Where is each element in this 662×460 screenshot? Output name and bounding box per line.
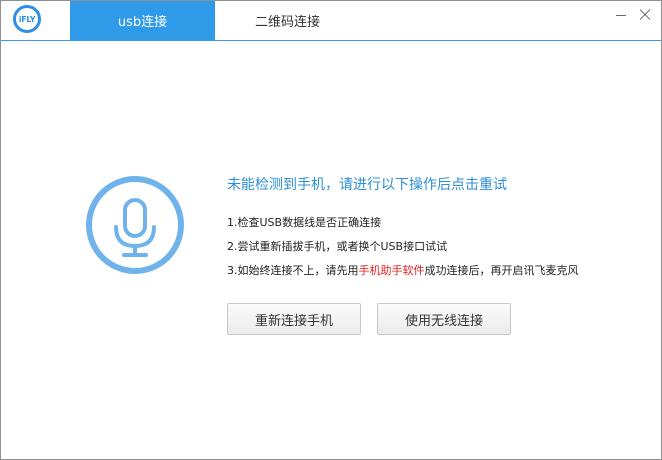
instruction-step-1: 1.检查USB数据线是否正确连接 (227, 216, 382, 229)
tab-usb-connection[interactable]: usb连接 (70, 1, 215, 40)
error-message-title: 未能检测到手机，请进行以下操作后点击重试 (227, 177, 507, 193)
tab-qrcode-connection[interactable]: 二维码连接 (215, 1, 360, 40)
instruction-step-2: 2.尝试重新插拔手机，或者换个USB接口试试 (227, 240, 448, 253)
microphone-icon (85, 175, 185, 275)
use-wireless-button[interactable]: 使用无线连接 (377, 303, 511, 335)
instruction-step-3: 3.如始终连接不上，请先用手机助手软件成功连接后，再开启讯飞麦克风 (227, 262, 579, 278)
ifly-logo: iFLY (13, 5, 41, 33)
minimize-icon[interactable] (613, 7, 629, 23)
step3-suffix: 成功连接后，再开启讯飞麦克风 (424, 264, 579, 277)
title-bar: iFLY usb连接 二维码连接 (1, 1, 661, 41)
app-window: iFLY usb连接 二维码连接 未能检测到手机，请进行以下操作后点击重试 1.… (0, 0, 662, 460)
phone-assistant-link: 手机助手软件 (358, 264, 425, 277)
close-icon[interactable] (637, 7, 653, 23)
step3-prefix: 3.如始终连接不上，请先用 (227, 264, 359, 277)
reconnect-phone-button[interactable]: 重新连接手机 (227, 303, 361, 335)
